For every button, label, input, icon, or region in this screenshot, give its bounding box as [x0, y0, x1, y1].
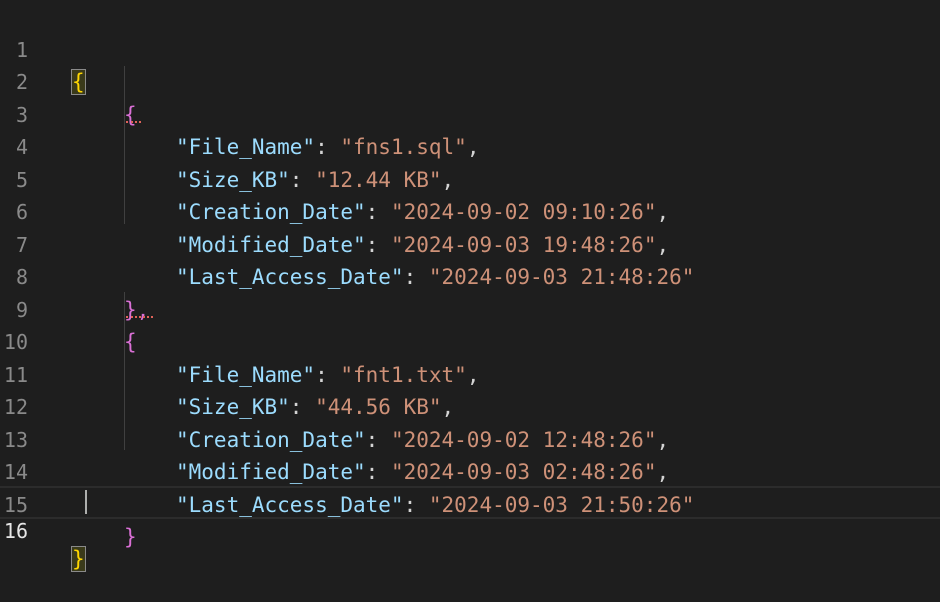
code-line[interactable]: 1 { [0, 1, 940, 95]
line-number: 16 [3, 518, 28, 543]
text-cursor [85, 490, 87, 514]
code-line[interactable]: 12 "Creation_Date": "2024-09-02 12:48:26… [0, 359, 940, 452]
current-code-line[interactable]: 16 } [0, 486, 940, 572]
code-line[interactable]: 5 "Creation_Date": "2024-09-02 09:10:26"… [0, 131, 940, 225]
code-line[interactable]: 7 "Last_Access_Date": "2024-09-03 21:48:… [0, 196, 940, 290]
code-line[interactable]: 9 { [0, 261, 940, 355]
code-line[interactable]: 14 "Last_Access_Date": "2024-09-03 21:50… [0, 424, 940, 517]
code-line[interactable]: 3 "File_Name": "fns1.sql", [0, 66, 940, 160]
code-line[interactable]: 6 "Modified_Date": "2024-09-03 19:48:26"… [0, 164, 940, 257]
code-line[interactable]: 13 "Modified_Date": "2024-09-03 02:48:26… [0, 391, 940, 485]
code-line[interactable]: 11 "Size_KB": "44.56 KB", [0, 326, 940, 420]
close-brace: } [124, 525, 137, 549]
code-line[interactable]: 8 }, [0, 229, 940, 322]
code-editor[interactable]: 1 { 2 { 3 "File_Name": "fns1.sql", 4 "Si… [0, 0, 940, 572]
code-line[interactable]: 2 { [0, 34, 940, 127]
close-brace: } [71, 546, 86, 572]
code-line[interactable]: 10 "File_Name": "fnt1.txt", [0, 294, 940, 387]
code-line[interactable]: 4 "Size_KB": "12.44 KB", [0, 99, 940, 192]
code-line[interactable]: 15 } [0, 456, 940, 550]
